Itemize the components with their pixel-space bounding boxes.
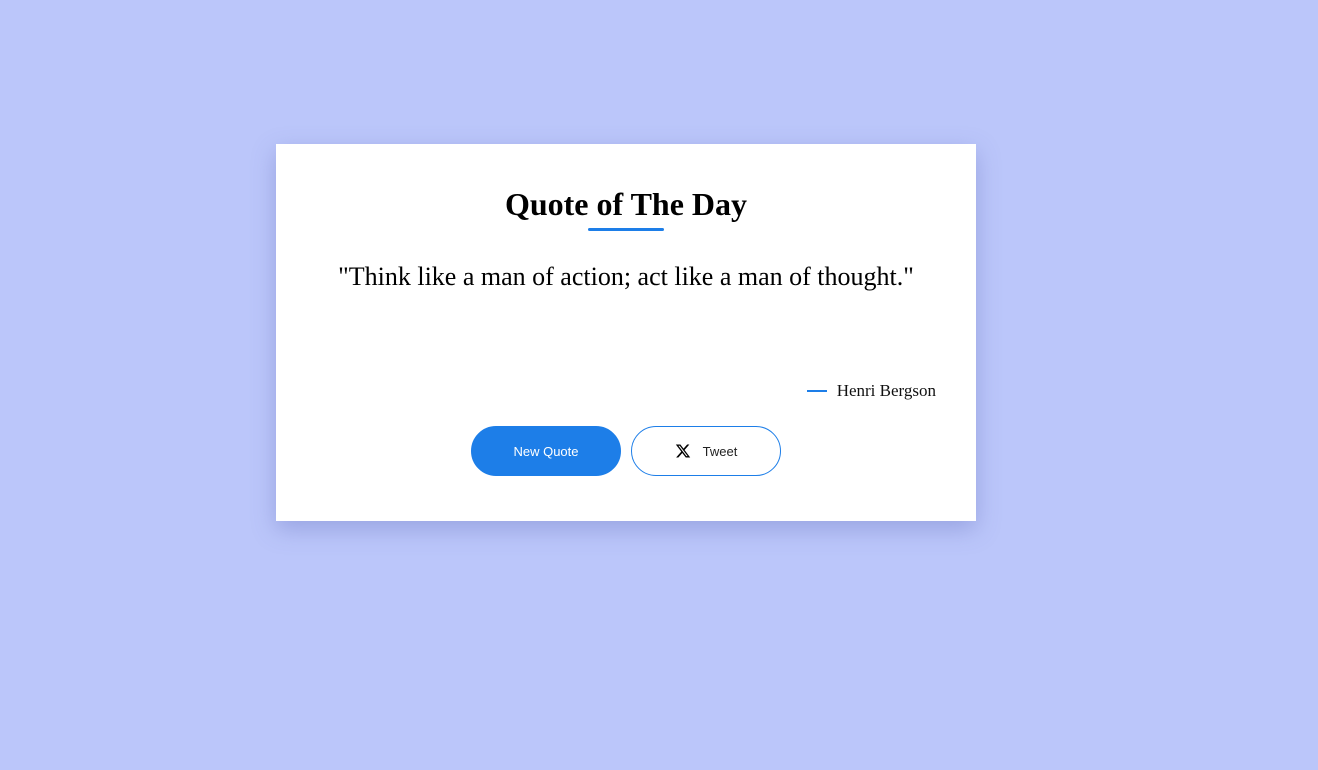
quote-card: Quote of The Day "Think like a man of ac… [276,144,976,521]
quote-text: "Think like a man of action; act like a … [338,262,914,291]
x-logo-icon [675,443,691,459]
tweet-button-label: Tweet [702,443,738,459]
author-name: Henri Bergson [836,381,936,400]
title-underline [588,228,664,231]
new-quote-button-label: New Quote [513,443,579,459]
new-quote-button[interactable]: New Quote [471,426,621,476]
author-row: Henri Bergson [806,379,936,403]
tweet-button[interactable]: Tweet [631,426,781,476]
page-title: Quote of The Day [504,186,748,222]
author-dash [806,390,827,392]
